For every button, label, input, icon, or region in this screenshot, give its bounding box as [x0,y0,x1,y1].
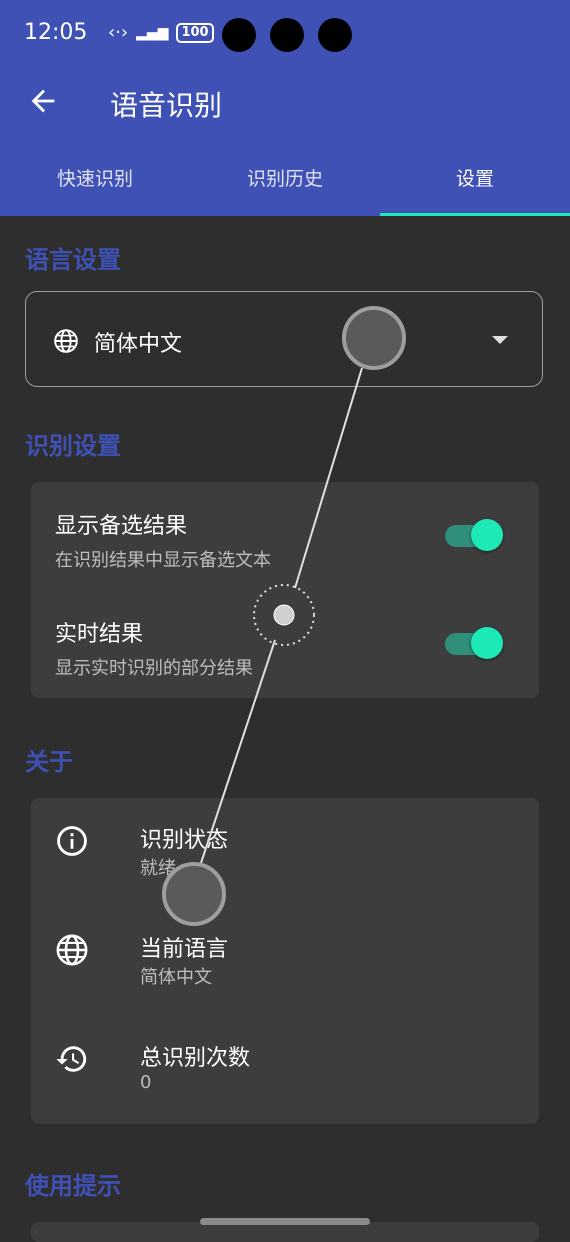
about-value: 就绪 [140,858,176,879]
about-section-title: 关于 [25,748,73,776]
setting-row-realtime[interactable]: 实时结果 显示实时识别的部分结果 [55,616,253,680]
back-arrow-icon[interactable] [26,84,60,118]
tab-bar: 快速识别 识别历史 设置 [0,150,570,216]
setting-title: 实时结果 [55,622,144,647]
about-title: 当前语言 [140,937,229,962]
data-transfer-icon: ‹·› [108,22,129,43]
about-row-status: 识别状态 就绪 [55,822,515,882]
tab-recognition-history[interactable]: 识别历史 [190,150,380,216]
setting-subtitle: 在识别结果中显示备选文本 [55,550,271,571]
about-value: 简体中文 [140,967,212,988]
recognition-section-title: 识别设置 [25,432,121,460]
app-bar: 12:05 ‹·› ▂▄▆ 100 语音识别 快速识别 识别历史 设置 [0,0,570,216]
status-time: 12:05 [24,20,88,45]
language-section-title: 语言设置 [25,246,121,274]
about-card: 识别状态 就绪 当前语言 简体中文 总识别次数 0 [31,798,539,1124]
page-title: 语音识别 [110,89,223,122]
setting-title: 显示备选结果 [55,514,188,539]
camera-cutout [222,18,352,52]
alternatives-toggle[interactable] [445,519,503,551]
setting-row-alternatives[interactable]: 显示备选结果 在识别结果中显示备选文本 [55,508,271,572]
status-icons: ‹·› ▂▄▆ 100 [108,22,214,43]
setting-subtitle: 显示实时识别的部分结果 [55,658,253,679]
tips-card [31,1222,539,1242]
language-dropdown[interactable]: 简体中文 [25,291,543,387]
realtime-toggle[interactable] [445,627,503,659]
status-bar: 12:05 ‹·› ▂▄▆ 100 [0,0,570,70]
battery-indicator: 100 [176,22,214,43]
globe-icon [56,934,88,966]
globe-icon [54,329,78,353]
tips-section-title: 使用提示 [25,1172,121,1200]
about-row-count: 总识别次数 0 [55,1040,515,1100]
about-value: 0 [140,1072,152,1093]
dropdown-arrow-icon [492,336,508,344]
signal-icon: ▂▄▆ [136,24,169,41]
home-indicator[interactable] [200,1218,370,1225]
recognition-settings-card: 显示备选结果 在识别结果中显示备选文本 实时结果 显示实时识别的部分结果 [31,482,539,698]
about-title: 总识别次数 [140,1046,251,1071]
about-row-language: 当前语言 简体中文 [55,931,515,991]
language-selected-value: 简体中文 [94,332,183,357]
tab-settings[interactable]: 设置 [380,150,570,216]
info-icon [57,826,87,856]
tab-quick-recognition[interactable]: 快速识别 [0,150,190,216]
about-title: 识别状态 [140,828,229,853]
history-icon [56,1046,87,1072]
